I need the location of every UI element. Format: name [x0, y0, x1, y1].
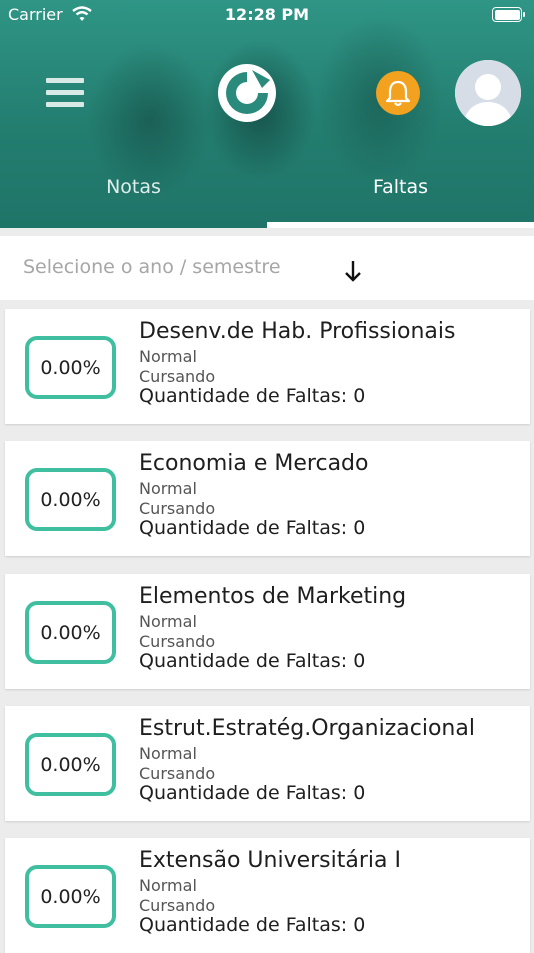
user-icon	[455, 60, 521, 126]
arrow-down-icon[interactable]	[340, 258, 366, 284]
menu-button[interactable]	[46, 76, 84, 110]
course-status: Cursando	[139, 896, 216, 915]
header: Carrier 12:28 PM Notas Faltas	[0, 0, 534, 228]
absence-count: Quantidade de Faltas: 0	[139, 385, 366, 407]
status-bar: Carrier 12:28 PM	[0, 0, 534, 32]
course-name: Desenv.de Hab. Profissionais	[139, 319, 456, 344]
course-name: Estrut.Estratég.Organizacional	[139, 716, 475, 741]
logo-icon	[218, 64, 276, 122]
course-type: Normal	[139, 347, 197, 366]
semester-selector-placeholder: Selecione o ano / semestre	[23, 256, 281, 278]
menu-icon	[46, 78, 84, 83]
course-card[interactable]: 0.00% Desenv.de Hab. Profissionais Norma…	[5, 309, 530, 424]
battery-icon	[492, 7, 525, 22]
active-tab-indicator	[267, 222, 534, 228]
course-status: Cursando	[139, 367, 216, 386]
attendance-percent-badge: 0.00%	[25, 733, 116, 796]
attendance-percent-badge: 0.00%	[25, 865, 116, 928]
course-status: Cursando	[139, 499, 216, 518]
course-card[interactable]: 0.00% Elementos de Marketing Normal Curs…	[5, 574, 530, 689]
clock: 12:28 PM	[224, 5, 310, 24]
course-type: Normal	[139, 479, 197, 498]
course-status: Cursando	[139, 632, 216, 651]
course-name: Elementos de Marketing	[139, 584, 407, 609]
course-card[interactable]: 0.00% Economia e Mercado Normal Cursando…	[5, 441, 530, 556]
course-name: Economia e Mercado	[139, 451, 369, 476]
course-card[interactable]: 0.00% Extensão Universitária I Normal Cu…	[5, 838, 530, 953]
course-type: Normal	[139, 744, 197, 763]
attendance-percent-badge: 0.00%	[25, 468, 116, 531]
absence-count: Quantidade de Faltas: 0	[139, 650, 366, 672]
avatar[interactable]	[455, 60, 521, 126]
course-status: Cursando	[139, 764, 216, 783]
notifications-button[interactable]	[376, 71, 420, 115]
tab-faltas[interactable]: Faltas	[267, 176, 534, 198]
course-type: Normal	[139, 612, 197, 631]
attendance-percent-badge: 0.00%	[25, 336, 116, 399]
course-type: Normal	[139, 876, 197, 895]
absence-count: Quantidade de Faltas: 0	[139, 517, 366, 539]
bell-icon	[385, 80, 411, 107]
absence-count: Quantidade de Faltas: 0	[139, 782, 366, 804]
course-card[interactable]: 0.00% Estrut.Estratég.Organizacional Nor…	[5, 706, 530, 821]
course-name: Extensão Universitária I	[139, 848, 401, 873]
tab-notas[interactable]: Notas	[0, 176, 267, 198]
absence-count: Quantidade de Faltas: 0	[139, 914, 366, 936]
attendance-percent-badge: 0.00%	[25, 601, 116, 664]
